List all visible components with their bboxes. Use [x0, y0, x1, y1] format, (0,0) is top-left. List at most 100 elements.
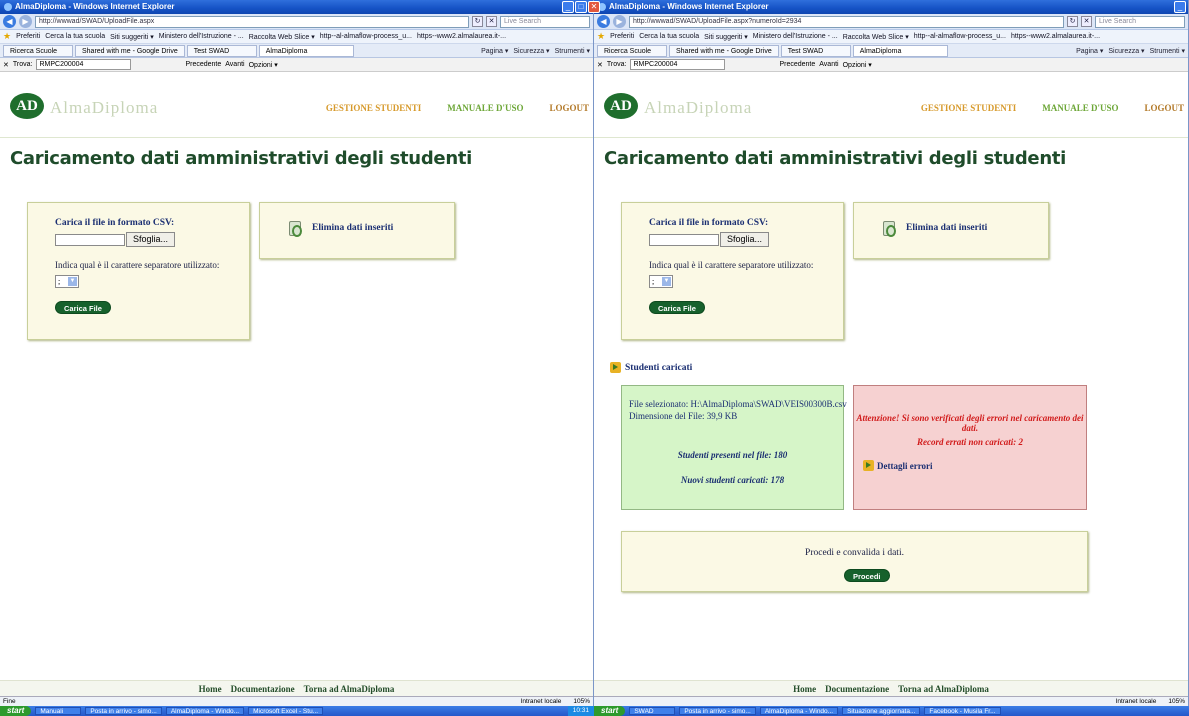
forward-arrow-icon[interactable]: ▶ [613, 15, 626, 28]
cmd-sicurezza[interactable]: Sicurezza ▾ [1108, 47, 1144, 55]
footer-documentazione-link[interactable]: Documentazione [231, 681, 295, 696]
separator-select[interactable]: ; ▼ [649, 275, 673, 288]
footer-documentazione-link[interactable]: Documentazione [825, 681, 889, 696]
taskbar-item[interactable]: Facebook - Musila Fr... [924, 707, 1001, 715]
nav-logout[interactable]: LOGOUT [549, 103, 593, 113]
zoom-level[interactable]: 105% [1168, 697, 1185, 706]
fav-link[interactable]: Raccolta Web Slice ▾ [249, 33, 315, 41]
tab-test-swad[interactable]: Test SWAD [780, 44, 851, 57]
recycle-bin-icon[interactable] [289, 221, 302, 237]
recycle-bin-icon[interactable] [883, 221, 896, 237]
browse-button[interactable]: Sfoglia... [126, 232, 176, 247]
refresh-icon[interactable]: ↻ [472, 16, 483, 27]
cmd-pagina[interactable]: Pagina ▾ [481, 47, 508, 55]
minimize-icon[interactable]: _ [562, 1, 574, 13]
procedi-button[interactable]: Procedi [844, 569, 890, 582]
separator-select[interactable]: ; ▼ [55, 275, 79, 288]
tab-almadiploma[interactable]: AlmaDiploma [258, 44, 354, 57]
start-button[interactable]: start [594, 706, 626, 716]
fav-link[interactable]: Cerca la tua scuola [639, 33, 699, 40]
footer-home-link[interactable]: Home [199, 681, 222, 696]
delete-data-link[interactable]: Elimina dati inseriti [312, 223, 393, 233]
error-details-link[interactable]: Dettagli errori [863, 460, 933, 471]
find-input[interactable]: RMPC200004 [630, 59, 726, 70]
back-arrow-icon[interactable]: ◀ [597, 15, 610, 28]
find-input[interactable]: RMPC200004 [36, 59, 132, 70]
taskbar-item[interactable]: SWAD [629, 707, 676, 715]
forward-arrow-icon[interactable]: ▶ [19, 15, 32, 28]
footer-almadiploma-link[interactable]: Torna ad AlmaDiploma [898, 681, 989, 696]
fav-link[interactable]: http--al-almaflow-process_u... [914, 33, 1006, 40]
fav-link[interactable]: Siti suggeriti ▾ [704, 33, 748, 41]
maximize-icon[interactable]: □ [575, 1, 587, 13]
footer-home-link[interactable]: Home [793, 681, 816, 696]
tab-almadiploma[interactable]: AlmaDiploma [852, 44, 948, 57]
nav-logout[interactable]: LOGOUT [1144, 103, 1188, 113]
find-options-button[interactable]: Opzioni ▾ [843, 61, 872, 69]
taskbar-item[interactable]: Posta in arrivo - simo... [679, 707, 756, 715]
favorites-label[interactable]: Preferiti [610, 33, 634, 40]
taskbar-item[interactable]: AlmaDiploma - Windo... [759, 707, 839, 715]
delete-data-link[interactable]: Elimina dati inseriti [906, 223, 987, 233]
cmd-strumenti[interactable]: Strumenti ▾ [555, 47, 590, 55]
fav-link[interactable]: Siti suggeriti ▾ [110, 33, 154, 41]
minimize-icon[interactable]: _ [1174, 1, 1186, 13]
stop-icon[interactable]: ✕ [486, 16, 497, 27]
nav-manuale-uso[interactable]: MANUALE D'USO [447, 103, 523, 113]
nav-manuale-uso[interactable]: MANUALE D'USO [1042, 103, 1118, 113]
find-next-button[interactable]: Avanti [225, 61, 244, 68]
taskbar-item[interactable]: Microsoft Excel - Stu... [248, 707, 324, 715]
stop-icon[interactable]: ✕ [1081, 16, 1092, 27]
url-field[interactable]: http://wwwad/SWAD/UploadFile.aspx [35, 15, 469, 28]
fav-link[interactable]: Raccolta Web Slice ▾ [843, 33, 909, 41]
url-field[interactable]: http://wwwad/SWAD/UploadFile.aspx?numero… [629, 15, 1064, 28]
file-path-input[interactable] [649, 234, 719, 246]
close-find-icon[interactable]: ✕ [597, 61, 603, 69]
file-path-input[interactable] [55, 234, 125, 246]
tab-ricerca-scuole[interactable]: Ricerca Scuole [597, 44, 667, 57]
close-icon[interactable]: ✕ [588, 1, 600, 13]
taskbar-item[interactable]: Posta in arrivo - simo... [85, 707, 162, 715]
cmd-pagina[interactable]: Pagina ▾ [1076, 47, 1103, 55]
browse-button[interactable]: Sfoglia... [720, 232, 770, 247]
fav-link[interactable]: http--al-almaflow-process_u... [320, 33, 412, 40]
find-next-button[interactable]: Avanti [819, 61, 838, 68]
error-details-label[interactable]: Dettagli errori [877, 461, 933, 471]
back-arrow-icon[interactable]: ◀ [3, 15, 16, 28]
fav-link[interactable]: https--www2.almalaurea.it-... [1011, 33, 1100, 40]
find-prev-button[interactable]: Precedente [779, 61, 815, 68]
nav-gestione-studenti[interactable]: GESTIONE STUDENTI [921, 103, 1016, 113]
tab-ricerca-scuole[interactable]: Ricerca Scuole [3, 44, 73, 57]
close-find-icon[interactable]: ✕ [3, 61, 9, 69]
taskbar-item[interactable]: Situazione aggiornata... [842, 707, 921, 715]
refresh-icon[interactable]: ↻ [1067, 16, 1078, 27]
favorites-star-icon[interactable]: ★ [3, 31, 11, 42]
fav-link[interactable]: Ministero dell'Istruzione - ... [753, 33, 838, 40]
footer-almadiploma-link[interactable]: Torna ad AlmaDiploma [304, 681, 395, 696]
tab-google-drive[interactable]: Shared with me - Google Drive [669, 44, 779, 57]
fav-link[interactable]: Ministero dell'Istruzione - ... [159, 33, 244, 40]
fav-link[interactable]: https--www2.almalaurea.it-... [417, 33, 506, 40]
tab-test-swad[interactable]: Test SWAD [186, 44, 257, 57]
nav-gestione-studenti[interactable]: GESTIONE STUDENTI [326, 103, 421, 113]
cmd-strumenti[interactable]: Strumenti ▾ [1150, 47, 1185, 55]
almadiploma-logo-badge[interactable]: AD [10, 93, 44, 119]
taskbar-item[interactable]: Manuali [35, 707, 82, 715]
search-input[interactable]: Live Search [500, 15, 590, 28]
find-options-button[interactable]: Opzioni ▾ [249, 61, 278, 69]
fav-link[interactable]: Cerca la tua scuola [45, 33, 105, 40]
favorites-star-icon[interactable]: ★ [597, 31, 605, 42]
zoom-level[interactable]: 105% [573, 697, 590, 706]
command-bar: Pagina ▾ Sicurezza ▾ Strumenti ▾ [481, 47, 590, 55]
carica-file-button[interactable]: Carica File [649, 301, 705, 314]
favorites-label[interactable]: Preferiti [16, 33, 40, 40]
almadiploma-logo-badge[interactable]: AD [604, 93, 638, 119]
carica-file-button[interactable]: Carica File [55, 301, 111, 314]
start-button[interactable]: start [0, 706, 32, 716]
upload-result-panel: File selezionato: H:\AlmaDiploma\SWAD\VE… [621, 385, 847, 510]
find-prev-button[interactable]: Precedente [185, 61, 221, 68]
tab-google-drive[interactable]: Shared with me - Google Drive [75, 44, 185, 57]
taskbar-item[interactable]: AlmaDiploma - Windo... [165, 707, 245, 715]
search-input[interactable]: Live Search [1095, 15, 1185, 28]
cmd-sicurezza[interactable]: Sicurezza ▾ [513, 47, 549, 55]
